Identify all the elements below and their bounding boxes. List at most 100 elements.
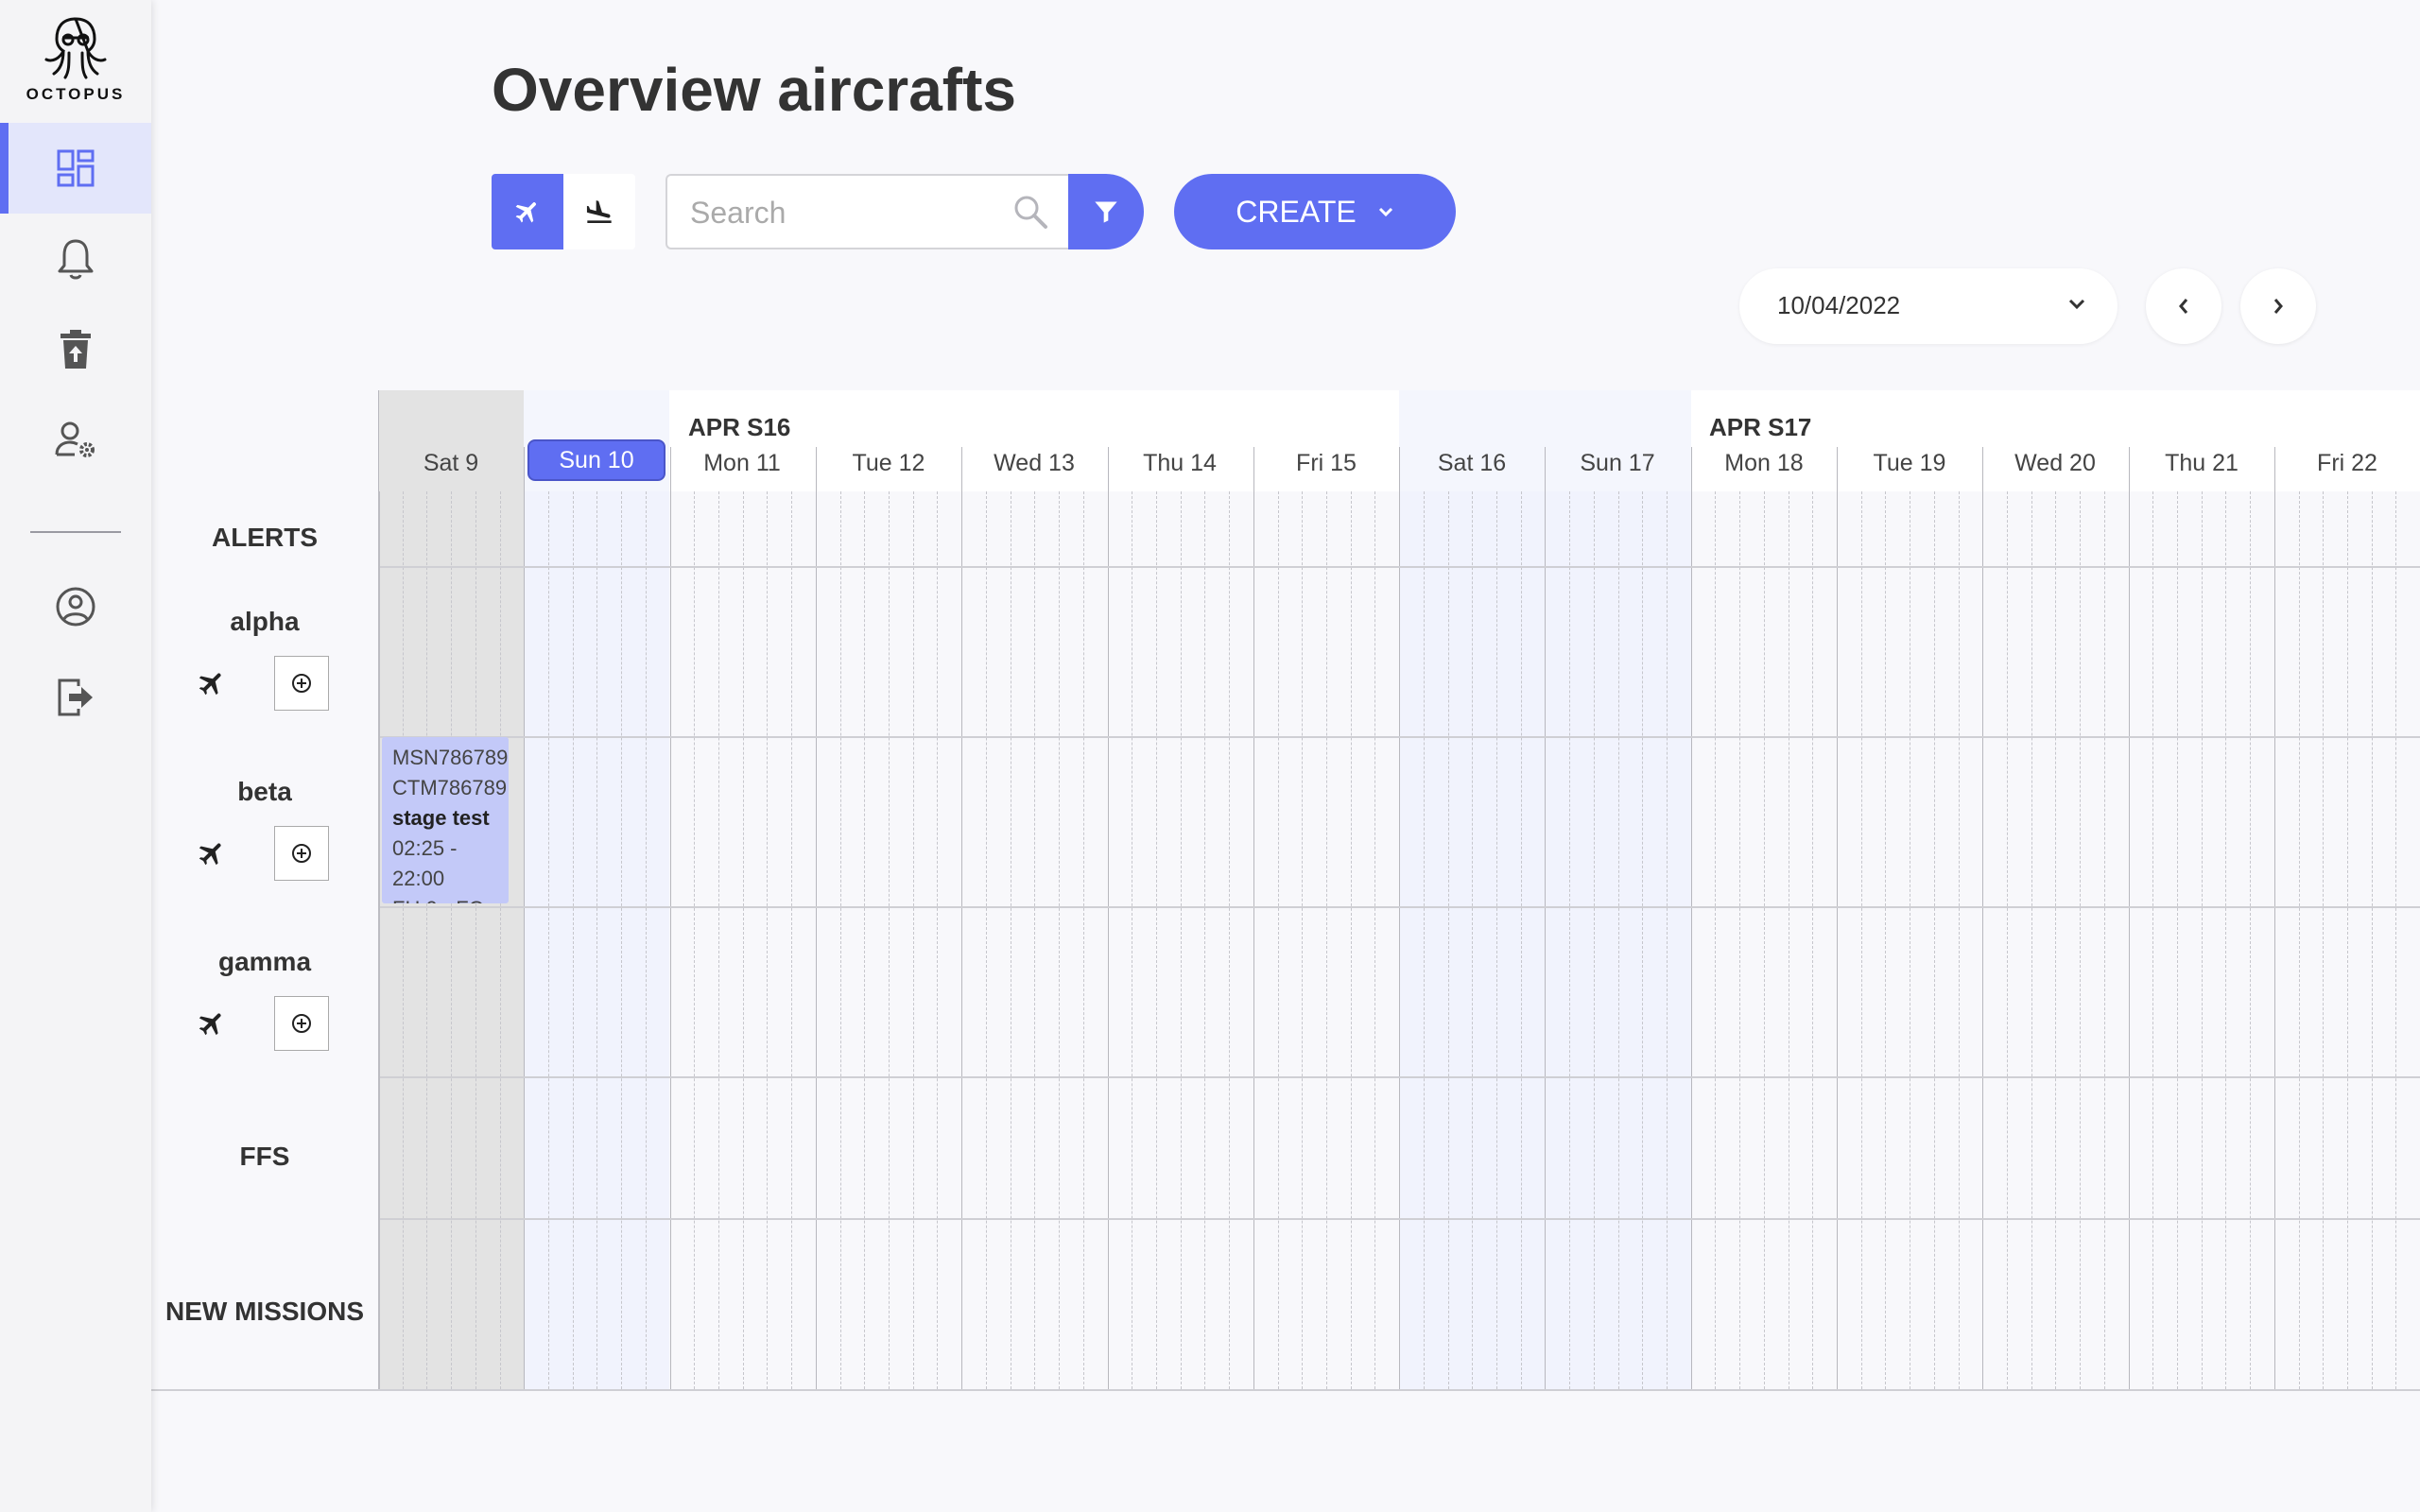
- day-label: Wed 13: [994, 450, 1075, 476]
- grid-hour-line: [1763, 491, 1765, 1389]
- trash-upload-icon: [60, 330, 91, 369]
- grid-hour-line: [1569, 491, 1571, 1389]
- aircraft-view-button[interactable]: [492, 174, 563, 249]
- sidebar-item-archive[interactable]: [0, 304, 151, 395]
- grid-day-line: [2128, 447, 2130, 1389]
- grid-hour-line: [1302, 491, 1304, 1389]
- app-logo[interactable]: OCTOPUS: [0, 13, 151, 104]
- grid-hour-line: [791, 491, 793, 1389]
- previous-period-button[interactable]: [2146, 268, 2221, 344]
- grid-hour-line: [1374, 491, 1376, 1389]
- grid-hour-line: [2395, 491, 2397, 1389]
- grid-hour-line: [1593, 491, 1595, 1389]
- sidebar-divider: [30, 531, 121, 533]
- grid-hour-line: [912, 491, 914, 1389]
- grid-hour-line: [1350, 491, 1352, 1389]
- next-period-button[interactable]: [2240, 268, 2316, 344]
- grid-hour-line: [839, 491, 841, 1389]
- day-label: Fri 22: [2317, 450, 2377, 476]
- grid-hour-line: [1204, 491, 1206, 1389]
- grid-day-line: [1837, 447, 1838, 1389]
- grid-hour-line: [596, 491, 598, 1389]
- grid-hour-line: [621, 491, 623, 1389]
- sidebar-item-user-settings[interactable]: [0, 395, 151, 486]
- grid-hour-line: [2152, 491, 2154, 1389]
- grid-hour-line: [1059, 491, 1061, 1389]
- grid-hour-line: [985, 491, 987, 1389]
- grid-hour-line: [2323, 491, 2325, 1389]
- sidebar-item-dashboard[interactable]: [0, 123, 151, 214]
- grid-hour-line: [2177, 491, 2179, 1389]
- grid-hour-line: [1155, 491, 1157, 1389]
- search-input[interactable]: [688, 176, 1004, 249]
- sidebar-item-notifications[interactable]: [0, 214, 151, 304]
- grid-row-line: [151, 906, 2420, 908]
- chevron-left-icon: [2179, 299, 2188, 314]
- search-icon[interactable]: [1011, 193, 1049, 231]
- grid-hour-line: [694, 491, 696, 1389]
- airplane-icon: [199, 1013, 221, 1036]
- date-value: 10/04/2022: [1777, 291, 1901, 319]
- grid-hour-line: [572, 491, 574, 1389]
- grid-hour-line: [742, 491, 744, 1389]
- row-label-alpha: alpha: [230, 607, 300, 636]
- grid-hour-line: [548, 491, 550, 1389]
- grid-hour-line: [1812, 491, 1814, 1389]
- grid-hour-line: [451, 491, 453, 1389]
- sidebar: OCTOPUS: [0, 0, 151, 1512]
- grid-hour-line: [1666, 491, 1668, 1389]
- landing-view-button[interactable]: [563, 174, 635, 249]
- grid-hour-line: [2007, 491, 2009, 1389]
- grid-hour-line: [1277, 491, 1279, 1389]
- date-select[interactable]: 10/04/2022: [1739, 268, 2118, 344]
- sidebar-item-logout[interactable]: [0, 652, 151, 743]
- row-label-new-missions: NEW MISSIONS: [164, 1297, 364, 1326]
- day-label: Thu 14: [1143, 450, 1217, 476]
- add-mission-button[interactable]: [274, 826, 329, 881]
- grid-hour-line: [426, 491, 428, 1389]
- grid-day-line: [961, 447, 963, 1389]
- event-extra: FH 0 - FC: [392, 894, 509, 903]
- create-button[interactable]: CREATE: [1174, 174, 1456, 249]
- add-mission-button[interactable]: [274, 996, 329, 1051]
- row-label-ffs: FFS: [239, 1142, 290, 1171]
- mission-event-card[interactable]: MSN786789 CTM786789 stage test 02:25 - 2…: [382, 737, 509, 903]
- grid-hour-line: [2347, 491, 2349, 1389]
- chevron-down-icon: [2068, 299, 2085, 310]
- day-label: Tue 19: [1873, 450, 1946, 476]
- grid-hour-line: [1715, 491, 1717, 1389]
- grid-day-line: [1253, 447, 1254, 1389]
- grid-hour-line: [1520, 491, 1522, 1389]
- grid-day-line: [1545, 447, 1547, 1389]
- grid-hour-line: [2371, 491, 2373, 1389]
- day-label: Wed 20: [2014, 450, 2096, 476]
- day-label: Fri 15: [1296, 450, 1357, 476]
- grid-hour-line: [1082, 491, 1084, 1389]
- grid-day-line: [2273, 447, 2275, 1389]
- grid-hour-line: [2201, 491, 2203, 1389]
- grid-hour-line: [1617, 491, 1619, 1389]
- chevron-down-icon: [1378, 207, 1392, 217]
- filter-button[interactable]: [1068, 174, 1144, 249]
- search-box: [666, 174, 1068, 249]
- add-mission-button[interactable]: [274, 656, 329, 711]
- grid-hour-line: [1034, 491, 1036, 1389]
- grid-row-line: [151, 1076, 2420, 1078]
- event-title: stage test: [392, 806, 490, 830]
- grid-hour-line: [937, 491, 939, 1389]
- grid-hour-line: [1229, 491, 1231, 1389]
- event-ctm: CTM786789: [392, 776, 508, 799]
- grid-hour-line: [2298, 491, 2300, 1389]
- today-day-label[interactable]: Sun 10: [527, 439, 666, 481]
- grid-hour-line: [1180, 491, 1182, 1389]
- day-label: Thu 21: [2165, 450, 2238, 476]
- grid-hour-line: [2103, 491, 2105, 1389]
- day-label: Tue 12: [852, 450, 925, 476]
- grid-hour-line: [889, 491, 890, 1389]
- event-time-start: 02:25 -: [392, 836, 458, 860]
- sidebar-item-profile[interactable]: [0, 561, 151, 652]
- grid-hour-line: [1860, 491, 1862, 1389]
- grid-hour-line: [864, 491, 866, 1389]
- grid-hour-line: [2031, 491, 2032, 1389]
- octopus-logo-icon: [44, 17, 107, 79]
